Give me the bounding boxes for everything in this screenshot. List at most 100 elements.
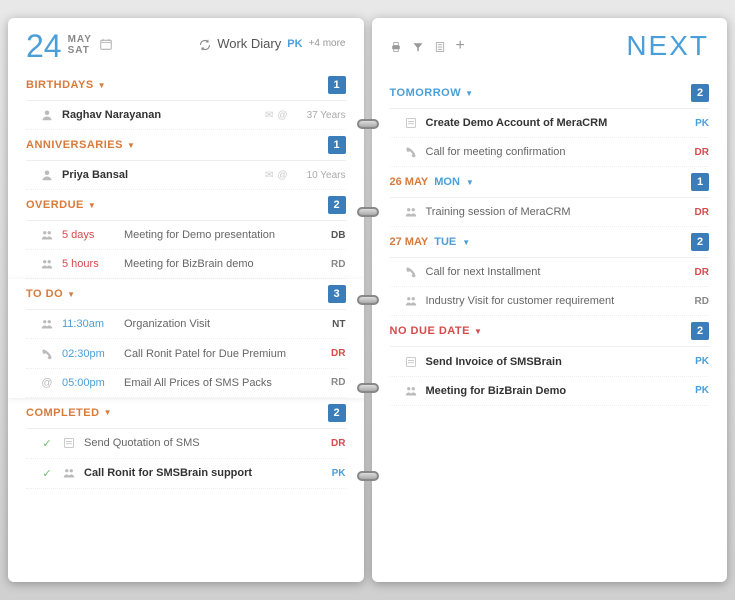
list-item[interactable]: 02:30pm Call Ronit Patel for Due Premium… bbox=[26, 339, 346, 368]
item-name: Raghav Narayanan bbox=[62, 109, 257, 121]
print-icon[interactable] bbox=[390, 38, 402, 54]
section-nodue[interactable]: NO DUE DATE ▼ 2 bbox=[390, 316, 710, 347]
note-icon bbox=[62, 437, 76, 449]
section-label: BIRTHDAYS bbox=[26, 79, 94, 91]
item-meta: 37 Years bbox=[296, 110, 346, 121]
item-meta: 10 Years bbox=[296, 170, 346, 181]
section-completed[interactable]: COMPLETED ▼ 2 bbox=[26, 398, 346, 429]
item-text: Send Invoice of SMSBrain bbox=[426, 356, 678, 368]
section-anniversaries[interactable]: ANNIVERSARIES ▼ 1 bbox=[26, 130, 346, 161]
mail-icon[interactable]: ✉ bbox=[265, 170, 273, 181]
item-time: 5 hours bbox=[62, 258, 116, 270]
item-time: 05:00pm bbox=[62, 377, 116, 389]
people-icon bbox=[404, 385, 418, 397]
date-block: 24 MAY SAT bbox=[26, 30, 112, 62]
list-item[interactable]: Priya Bansal ✉ @ 10 Years bbox=[26, 161, 346, 190]
list-item[interactable]: 5 days Meeting for Demo presentation DB bbox=[26, 221, 346, 250]
section-label: ANNIVERSARIES bbox=[26, 139, 123, 151]
add-icon[interactable]: + bbox=[456, 37, 465, 55]
list-item[interactable]: Call for next Installment DR bbox=[390, 258, 710, 287]
list-item[interactable]: Send Invoice of SMSBrain PK bbox=[390, 347, 710, 376]
section-label: NO DUE DATE bbox=[390, 325, 470, 337]
list-item[interactable]: ✓ Call Ronit for SMSBrain support PK bbox=[26, 459, 346, 489]
chevron-down-icon: ▼ bbox=[67, 290, 75, 299]
section-todo[interactable]: TO DO ▼ 3 bbox=[26, 279, 346, 310]
calendar-icon[interactable] bbox=[100, 36, 112, 50]
binder-spine bbox=[362, 0, 374, 600]
people-icon bbox=[404, 295, 418, 307]
list-item[interactable]: Industry Visit for customer requirement … bbox=[390, 287, 710, 316]
mail-icon[interactable]: ✉ bbox=[265, 110, 273, 121]
ring-icon bbox=[357, 383, 379, 393]
item-time: 11:30am bbox=[62, 318, 116, 330]
item-tag: DR bbox=[685, 147, 709, 158]
count-badge: 3 bbox=[328, 285, 346, 303]
chevron-down-icon: ▼ bbox=[98, 81, 106, 90]
right-page: + NEXT TOMORROW ▼ 2 Create Demo Account … bbox=[372, 18, 728, 582]
count-badge: 2 bbox=[691, 322, 709, 340]
section-overdue[interactable]: OVERDUE ▼ 2 bbox=[26, 190, 346, 221]
count-badge: 2 bbox=[328, 196, 346, 214]
chevron-down-icon: ▼ bbox=[474, 327, 482, 336]
at-icon: @ bbox=[40, 377, 54, 389]
chevron-down-icon: ▼ bbox=[104, 408, 112, 417]
section-tomorrow[interactable]: TOMORROW ▼ 2 bbox=[390, 78, 710, 109]
more-link[interactable]: +4 more bbox=[309, 38, 346, 49]
note-icon bbox=[404, 117, 418, 129]
list-item[interactable]: 11:30am Organization Visit NT bbox=[26, 310, 346, 339]
chevron-down-icon: ▼ bbox=[465, 89, 473, 98]
check-icon: ✓ bbox=[40, 437, 54, 450]
people-icon bbox=[404, 206, 418, 218]
count-badge: 2 bbox=[691, 84, 709, 102]
day-header[interactable]: 27 MAY TUE ▼ 2 bbox=[390, 227, 710, 258]
count-badge: 1 bbox=[328, 76, 346, 94]
section-birthdays[interactable]: BIRTHDAYS ▼ 1 bbox=[26, 70, 346, 101]
at-icon[interactable]: @ bbox=[277, 170, 287, 181]
list-icon[interactable] bbox=[434, 38, 446, 54]
list-item[interactable]: ✓ Send Quotation of SMS DR bbox=[26, 429, 346, 459]
ring-icon bbox=[357, 471, 379, 481]
ring-icon bbox=[357, 119, 379, 129]
item-time: 02:30pm bbox=[62, 348, 116, 360]
day-name: MON bbox=[434, 176, 460, 188]
date-weekday: SAT bbox=[68, 45, 92, 56]
item-tag: RD bbox=[685, 296, 709, 307]
people-icon bbox=[40, 229, 54, 241]
item-tag: RD bbox=[322, 259, 346, 270]
list-item[interactable]: Raghav Narayanan ✉ @ 37 Years bbox=[26, 101, 346, 130]
filter-icon[interactable] bbox=[412, 38, 424, 54]
item-name: Priya Bansal bbox=[62, 169, 257, 181]
phone-icon bbox=[404, 146, 418, 158]
count-badge: 1 bbox=[691, 173, 709, 191]
list-item[interactable]: Meeting for BizBrain Demo PK bbox=[390, 377, 710, 406]
item-text: Call Ronit for SMSBrain support bbox=[84, 467, 314, 479]
ring-icon bbox=[357, 207, 379, 217]
chevron-down-icon: ▼ bbox=[462, 238, 470, 247]
person-icon bbox=[40, 169, 54, 181]
item-text: Call for meeting confirmation bbox=[426, 146, 678, 158]
item-text: Create Demo Account of MeraCRM bbox=[426, 117, 678, 129]
owner-badge[interactable]: PK bbox=[287, 38, 302, 50]
count-badge: 1 bbox=[328, 136, 346, 154]
list-item[interactable]: Training session of MeraCRM DR bbox=[390, 198, 710, 227]
list-item[interactable]: 5 hours Meeting for BizBrain demo RD bbox=[26, 250, 346, 279]
item-tag: DR bbox=[685, 267, 709, 278]
list-item[interactable]: Call for meeting confirmation DR bbox=[390, 138, 710, 167]
refresh-icon[interactable] bbox=[199, 36, 211, 51]
section-label: TO DO bbox=[26, 288, 63, 300]
list-item[interactable]: Create Demo Account of MeraCRM PK bbox=[390, 109, 710, 138]
item-text: Organization Visit bbox=[124, 318, 314, 330]
item-tag: DB bbox=[322, 230, 346, 241]
people-icon bbox=[40, 318, 54, 330]
diary-title: Work Diary bbox=[217, 36, 281, 51]
section-label: OVERDUE bbox=[26, 199, 84, 211]
next-label: NEXT bbox=[626, 30, 709, 62]
at-icon[interactable]: @ bbox=[277, 110, 287, 121]
day-name: TUE bbox=[434, 236, 456, 248]
phone-icon bbox=[404, 266, 418, 278]
contact-icons: ✉ @ bbox=[265, 170, 288, 181]
chevron-down-icon: ▼ bbox=[88, 201, 96, 210]
day-header[interactable]: 26 MAY MON ▼ 1 bbox=[390, 167, 710, 198]
list-item[interactable]: @ 05:00pm Email All Prices of SMS Packs … bbox=[26, 369, 346, 398]
section-label: COMPLETED bbox=[26, 407, 100, 419]
